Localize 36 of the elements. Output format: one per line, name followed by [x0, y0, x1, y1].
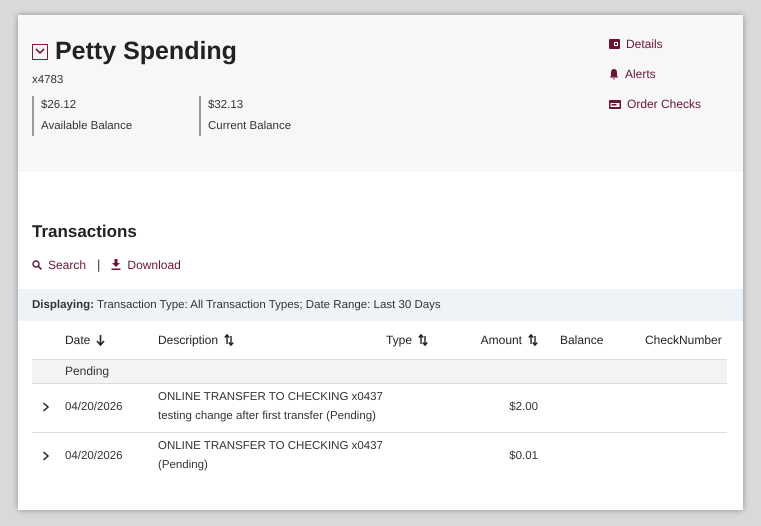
wallet-icon [609, 39, 620, 49]
toolbar-link[interactable]: Download [111, 258, 181, 272]
check-card-icon [609, 100, 621, 108]
description-cell: ONLINE TRANSFER TO CHECKING x0437 (Pending) [158, 440, 383, 471]
toolbar-link[interactable]: Search [32, 258, 86, 272]
balance-amount: $32.13 [208, 99, 244, 111]
separator-text: | [97, 257, 100, 272]
balance-label: Available Balance [41, 120, 134, 132]
collapse-button[interactable] [32, 44, 48, 60]
date-cell: 04/20/2026 [65, 400, 123, 412]
column-header[interactable]: Date [65, 333, 106, 347]
balance-label: Current Balance [208, 120, 292, 132]
download-icon [111, 259, 122, 270]
amount-cell: $2.00 [509, 400, 538, 412]
bell-icon [609, 68, 619, 80]
account-number: x4783 [32, 74, 64, 86]
amount-cell: $0.01 [509, 450, 538, 462]
account-action-link[interactable]: Details [609, 37, 715, 51]
chevron-right-icon[interactable] [42, 402, 50, 412]
chevron-right-icon[interactable] [42, 451, 50, 461]
column-header[interactable]: Amount [480, 333, 538, 347]
account-action-link[interactable]: Order Checks [609, 97, 715, 111]
account-title: Petty Spending [55, 37, 237, 66]
section-heading: Transactions [32, 222, 138, 242]
chevron-down-icon [35, 48, 45, 55]
description-cell: ONLINE TRANSFER TO CHECKING x0437 testing change after first transfer (Pending) [158, 391, 383, 422]
search-icon [32, 260, 42, 270]
column-header[interactable]: Type [386, 333, 428, 347]
column-header: CheckNumber [645, 333, 722, 347]
date-cell: 04/20/2026 [65, 450, 123, 462]
group-label: Pending [65, 364, 110, 378]
balance-amount: $26.12 [41, 99, 78, 111]
column-header[interactable]: Description [158, 333, 234, 347]
filter-summary: Displaying: Transaction Type: All Transaction Types; Date Range: Last 30 Days [18, 289, 743, 321]
column-header: Balance [560, 333, 604, 347]
account-action-link[interactable]: Alerts [609, 67, 715, 81]
